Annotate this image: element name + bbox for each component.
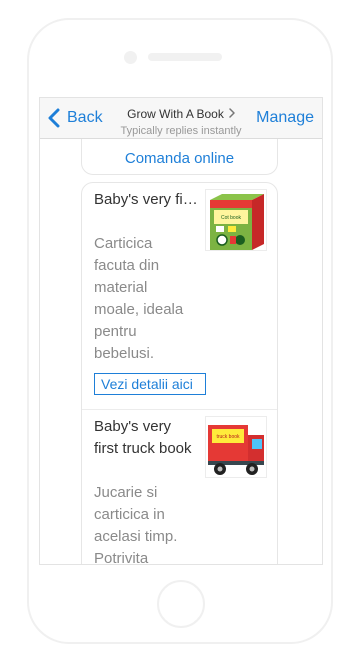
conversation-header[interactable]: Grow With A Book Typically replies insta… bbox=[114, 105, 248, 139]
camera-icon bbox=[124, 51, 137, 64]
cover-text: Cot book bbox=[221, 215, 242, 221]
product-image[interactable]: Cot book bbox=[205, 189, 267, 251]
navigation-bar: Back Grow With A Book Typically replies … bbox=[40, 98, 322, 139]
page-subtitle: Typically replies instantly bbox=[120, 125, 242, 137]
page-title-row: Grow With A Book bbox=[127, 107, 235, 121]
product-carousel-card: Baby's very first cot book... Carticica … bbox=[81, 182, 278, 565]
product-image[interactable]: truck book bbox=[205, 416, 267, 478]
cover-text: truck book bbox=[216, 434, 240, 440]
chat-content: Comanda online Baby's very first cot boo… bbox=[40, 139, 322, 565]
chevron-right-icon bbox=[229, 107, 235, 121]
cot-book-cover-image: Cot book bbox=[206, 190, 266, 250]
product-title: Baby's very first truck book bbox=[94, 418, 192, 457]
chevron-left-icon bbox=[48, 108, 60, 128]
product-description: Jucarie si carticica in acelasi timp. Po… bbox=[94, 484, 178, 565]
product-description: Carticica facuta din material moale, ide… bbox=[94, 235, 184, 362]
home-button[interactable] bbox=[157, 580, 205, 628]
page-title: Grow With A Book bbox=[127, 107, 224, 121]
order-card: Comanda online bbox=[81, 139, 278, 175]
speaker-grille bbox=[148, 53, 222, 61]
truck-book-cover-image: truck book bbox=[206, 417, 266, 477]
manage-button[interactable]: Manage bbox=[256, 109, 314, 127]
messenger-screen: Back Grow With A Book Typically replies … bbox=[39, 97, 323, 565]
view-details-button[interactable]: Vezi detalii aici bbox=[94, 373, 206, 395]
product-item: Baby's very first cot book... Carticica … bbox=[82, 183, 277, 409]
back-button[interactable]: Back bbox=[48, 107, 103, 129]
product-item: Baby's very first truck book Jucarie si … bbox=[82, 409, 277, 565]
product-title: Baby's very first cot book... bbox=[94, 191, 198, 208]
back-label: Back bbox=[67, 109, 103, 126]
order-online-button[interactable]: Comanda online bbox=[82, 150, 277, 167]
